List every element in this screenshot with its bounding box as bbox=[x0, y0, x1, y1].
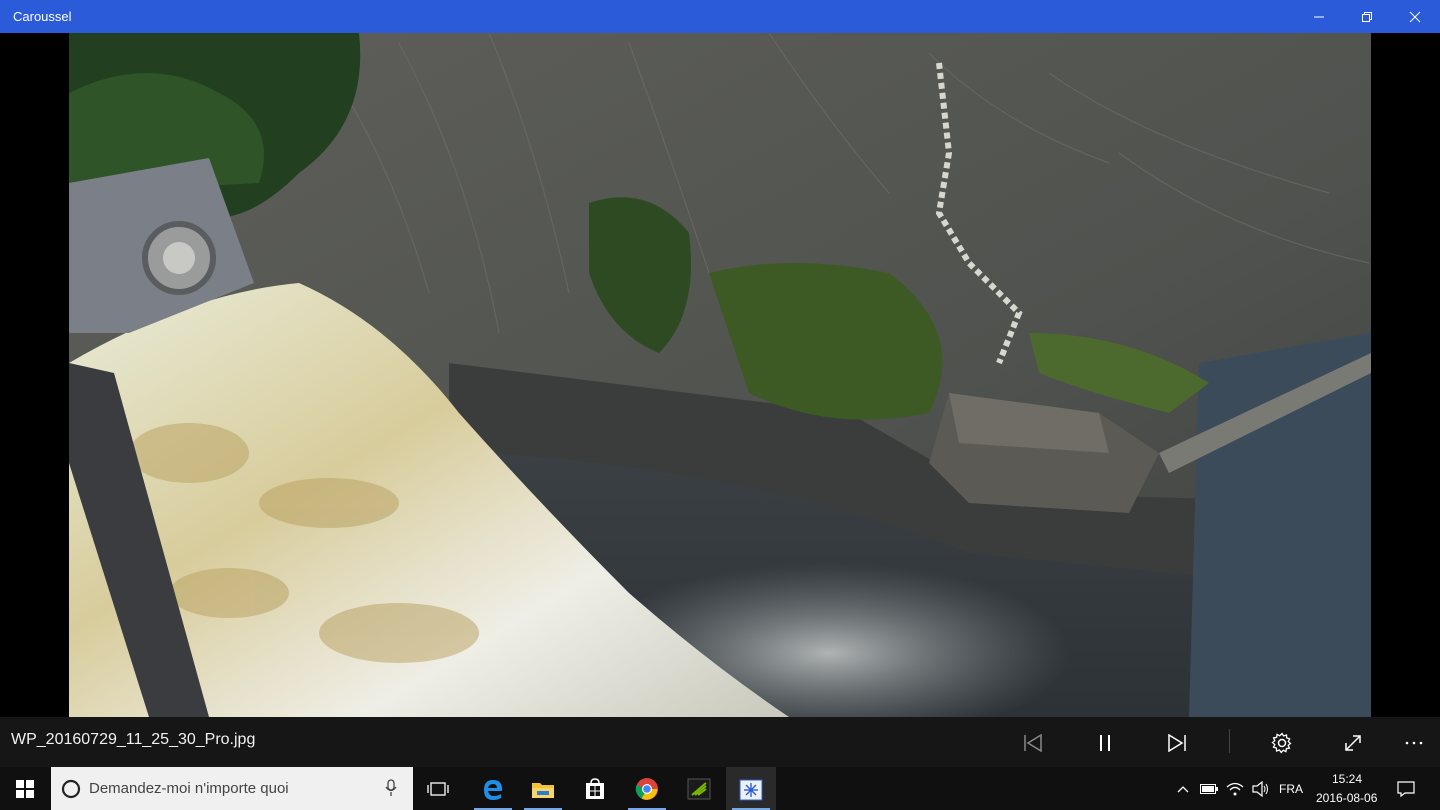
previous-button[interactable] bbox=[1016, 726, 1050, 760]
start-button[interactable] bbox=[0, 767, 50, 810]
viewer-control-bar: WP_20160729_11_25_30_Pro.jpg bbox=[0, 717, 1440, 767]
close-button[interactable] bbox=[1391, 0, 1439, 33]
battery-button[interactable] bbox=[1196, 767, 1222, 810]
volume-button[interactable] bbox=[1248, 767, 1274, 810]
title-bar: Caroussel bbox=[0, 0, 1440, 33]
taskbar-edge[interactable] bbox=[468, 767, 518, 810]
photo bbox=[69, 33, 1371, 717]
more-options-button[interactable] bbox=[1397, 726, 1431, 760]
pause-icon bbox=[1100, 735, 1110, 751]
taskbar-nvidia[interactable] bbox=[674, 767, 724, 810]
task-view-icon bbox=[427, 781, 449, 796]
fullscreen-button[interactable] bbox=[1336, 726, 1370, 760]
cortana-search-box[interactable]: Demandez-moi n'importe quoi bbox=[51, 767, 413, 810]
taskbar-file-explorer[interactable] bbox=[518, 767, 568, 810]
taskbar-chrome[interactable] bbox=[622, 767, 672, 810]
restore-button[interactable] bbox=[1343, 0, 1391, 33]
clock-time[interactable]: 15:24 bbox=[1332, 772, 1362, 786]
action-center-button[interactable] bbox=[1388, 767, 1424, 810]
show-hidden-icons-button[interactable] bbox=[1170, 767, 1196, 810]
restore-icon bbox=[1362, 11, 1372, 22]
window-title: Caroussel bbox=[13, 9, 72, 24]
next-button[interactable] bbox=[1160, 726, 1194, 760]
skip-previous-icon bbox=[1024, 734, 1042, 752]
clock-date[interactable]: 2016-08-06 bbox=[1316, 791, 1377, 805]
skip-next-icon bbox=[1168, 734, 1186, 752]
cortana-icon bbox=[61, 779, 81, 799]
photo-viewer[interactable] bbox=[0, 33, 1440, 717]
network-button[interactable] bbox=[1222, 767, 1248, 810]
speaker-icon bbox=[1252, 780, 1268, 797]
chrome-icon bbox=[635, 777, 658, 800]
wifi-icon bbox=[1226, 782, 1244, 795]
battery-icon bbox=[1200, 783, 1218, 794]
minimize-icon bbox=[1314, 16, 1324, 17]
carousel-app-icon bbox=[739, 779, 763, 800]
edge-icon bbox=[484, 779, 502, 800]
taskbar-store[interactable] bbox=[570, 767, 620, 810]
folder-icon bbox=[532, 782, 554, 798]
nvidia-icon bbox=[687, 778, 711, 799]
expand-icon bbox=[1345, 735, 1361, 751]
input-language[interactable]: FRA bbox=[1279, 782, 1303, 796]
gear-icon bbox=[1271, 732, 1292, 754]
photo-image bbox=[69, 33, 1371, 717]
close-icon bbox=[1409, 11, 1421, 22]
notification-icon bbox=[1397, 780, 1415, 797]
file-name: WP_20160729_11_25_30_Pro.jpg bbox=[11, 731, 256, 748]
ellipsis-icon bbox=[1405, 741, 1423, 745]
task-view-button[interactable] bbox=[413, 767, 463, 810]
control-separator bbox=[1229, 729, 1230, 753]
windows-logo-icon bbox=[16, 779, 34, 798]
taskbar: Demandez-moi n'importe quoi FRA 15:24 20… bbox=[0, 767, 1440, 810]
taskbar-carousel[interactable] bbox=[726, 767, 776, 810]
pause-button[interactable] bbox=[1088, 726, 1122, 760]
microphone-icon[interactable] bbox=[385, 779, 397, 797]
chevron-up-icon bbox=[1177, 785, 1189, 792]
search-placeholder: Demandez-moi n'importe quoi bbox=[89, 780, 289, 797]
minimize-button[interactable] bbox=[1295, 0, 1343, 33]
settings-button[interactable] bbox=[1265, 726, 1299, 760]
store-icon bbox=[586, 777, 604, 799]
